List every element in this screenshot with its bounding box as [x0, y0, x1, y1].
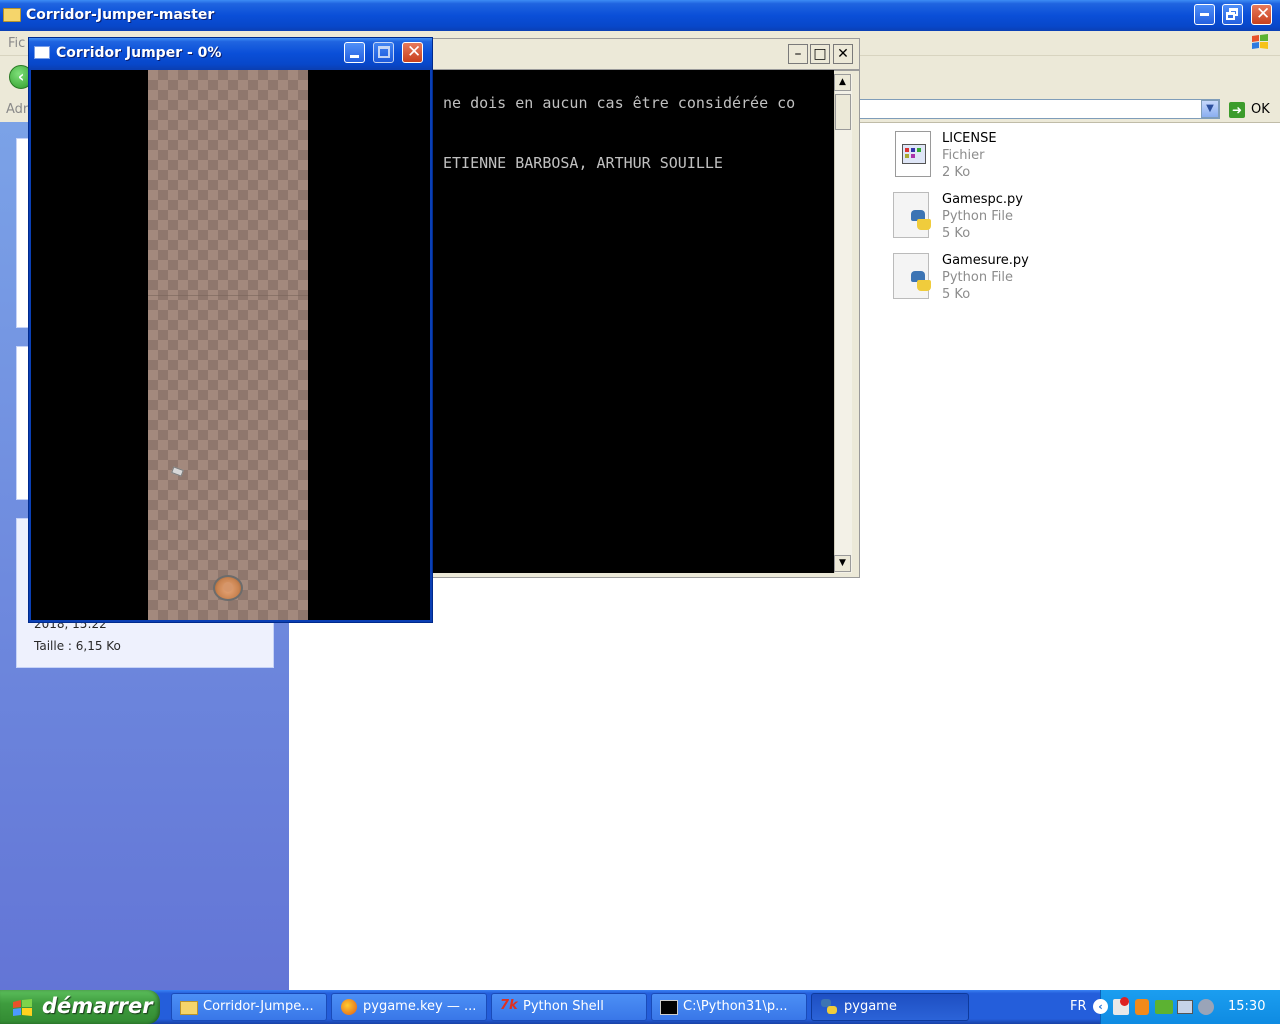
maximize-icon: □: [813, 46, 827, 62]
language-indicator[interactable]: FR: [1070, 999, 1087, 1014]
go-label[interactable]: OK: [1251, 102, 1270, 117]
file-name-gamespc[interactable]: Gamespc.py: [942, 192, 1023, 207]
close-icon: ✕: [1256, 4, 1271, 24]
console-icon: [660, 1000, 678, 1015]
console-minimize-button[interactable]: –: [788, 44, 808, 64]
chevron-down-icon: ▼: [1206, 103, 1214, 114]
file-type-gamesure: Python File: [942, 270, 1013, 285]
file-type-license: Fichier: [942, 148, 985, 163]
game-minimize-button[interactable]: [344, 42, 365, 63]
folder-icon: [180, 1001, 198, 1015]
scroll-up-button[interactable]: ▲: [834, 74, 851, 91]
network-icon[interactable]: [1155, 1000, 1173, 1014]
scroll-down-button[interactable]: ▼: [834, 555, 851, 572]
game-maximize-button[interactable]: [373, 42, 394, 63]
security-alert-icon[interactable]: [1113, 997, 1129, 1015]
game-close-button[interactable]: ✕: [402, 42, 423, 63]
idle-icon: 7k: [500, 998, 518, 1013]
maximize-icon: [378, 46, 390, 58]
console-line: ne dois en aucun cas être considérée co: [443, 94, 796, 112]
console-line: ETIENNE BARBOSA, ARTHUR SOUILLE: [443, 154, 723, 172]
file-size-license: 2 Ko: [942, 165, 971, 180]
taskbar-item-label: Python Shell: [523, 999, 604, 1014]
explorer-title: Corridor-Jumper-master: [26, 7, 215, 23]
speaker-icon[interactable]: [1198, 999, 1214, 1015]
python-icon: [821, 999, 837, 1015]
document-icon[interactable]: [895, 131, 931, 177]
console-output[interactable]: [432, 70, 834, 573]
chevron-left-icon: ‹: [1098, 1000, 1103, 1013]
arrow-up-icon: ▲: [839, 77, 846, 87]
back-arrow-icon: ‹: [17, 67, 25, 86]
file-size-gamesure: 5 Ko: [942, 287, 971, 302]
minimize-icon: [350, 55, 359, 58]
file-name-license[interactable]: LICENSE: [942, 131, 997, 146]
file-size-gamespc: 5 Ko: [942, 226, 971, 241]
python-file-icon[interactable]: [893, 253, 937, 299]
windows-logo-icon: [1252, 34, 1268, 49]
antivirus-icon[interactable]: [1135, 999, 1149, 1015]
tray-expand-button[interactable]: ‹: [1093, 999, 1108, 1014]
taskbar-item-label: pygame: [844, 999, 897, 1014]
file-name-gamesure[interactable]: Gamesure.py: [942, 253, 1029, 268]
menu-item-file[interactable]: Fic: [8, 36, 25, 51]
minimize-icon: –: [794, 46, 802, 62]
address-dropdown-button[interactable]: ▼: [1201, 100, 1219, 118]
windows-logo-icon: [13, 999, 32, 1016]
corridor-floor: [148, 70, 308, 620]
taskbar-item-label: pygame.key — ...: [363, 999, 477, 1014]
player-sprite: [213, 575, 243, 601]
close-icon: ✕: [407, 42, 422, 62]
go-button[interactable]: ➜: [1229, 102, 1245, 118]
corridor-seam: [148, 295, 308, 296]
scroll-thumb[interactable]: [835, 94, 851, 130]
python-file-icon[interactable]: [893, 192, 937, 238]
close-icon: ✕: [837, 46, 849, 62]
start-label: démarrer: [42, 994, 153, 1018]
clock[interactable]: 15:30: [1228, 999, 1265, 1014]
details-size: Taille : 6,15 Ko: [34, 639, 121, 653]
explorer-restore-button[interactable]: [1222, 4, 1243, 25]
firefox-icon: [341, 999, 357, 1015]
file-type-gamespc: Python File: [942, 209, 1013, 224]
console-maximize-button[interactable]: □: [810, 44, 830, 64]
arrow-down-icon: ▼: [839, 558, 846, 568]
window-icon: [34, 46, 50, 59]
console-scrollbar[interactable]: [834, 74, 852, 573]
taskbar-item-label: C:\Python31\p...: [683, 999, 788, 1014]
console-close-button[interactable]: ✕: [833, 44, 853, 64]
taskbar-item-label: Corridor-Jumpe...: [203, 999, 314, 1014]
explorer-close-button[interactable]: ✕: [1251, 4, 1272, 25]
folder-icon: [3, 8, 21, 22]
address-label: Adr: [6, 102, 29, 117]
game-title: Corridor Jumper - 0%: [56, 45, 222, 61]
monitor-icon[interactable]: [1177, 1000, 1193, 1014]
go-arrow-icon: ➜: [1231, 103, 1243, 117]
explorer-minimize-button[interactable]: [1194, 4, 1215, 25]
